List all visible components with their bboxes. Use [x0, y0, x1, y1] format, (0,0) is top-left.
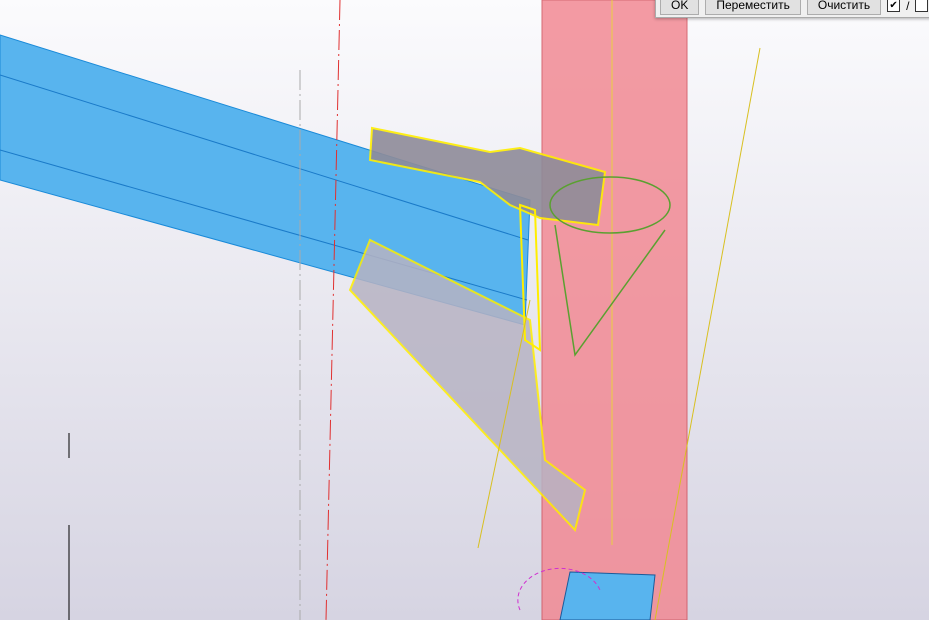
checkbox-1[interactable]: ✔	[887, 0, 901, 12]
checkbox-2[interactable]	[915, 0, 929, 12]
separator: /	[906, 0, 910, 13]
toolbar: OK Переместить Очистить ✔ /	[655, 0, 929, 18]
move-button[interactable]: Переместить	[705, 0, 801, 15]
model-scene[interactable]	[0, 0, 929, 620]
clear-button[interactable]: Очистить	[806, 0, 882, 15]
grid-line	[325, 0, 341, 620]
ok-button[interactable]: OK	[660, 0, 700, 15]
3d-model-view[interactable]: OK Переместить Очистить ✔ /	[0, 0, 929, 620]
lower-beam[interactable]	[559, 571, 656, 620]
column[interactable]	[541, 0, 688, 620]
